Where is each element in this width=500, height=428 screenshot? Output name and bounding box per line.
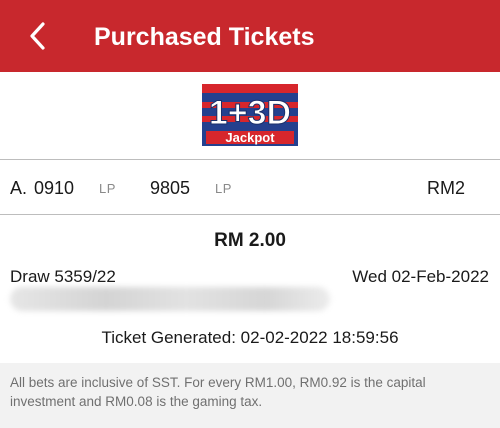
bet-number-2: 9805 <box>150 178 191 198</box>
draw-date: Wed 02-Feb-2022 <box>352 267 489 286</box>
ticket-generated-time: Ticket Generated: 02-02-2022 18:59:56 <box>101 328 399 347</box>
page-title: Purchased Tickets <box>94 23 315 51</box>
app-header: Purchased Tickets <box>0 0 500 72</box>
redacted-text <box>10 287 330 311</box>
bet-prefix: A. <box>10 178 28 198</box>
draw-number: Draw 5359/22 <box>10 267 116 286</box>
divider <box>0 159 500 160</box>
bet-type-2: LP <box>215 181 232 196</box>
logo-main-text: 1+3D <box>209 94 291 132</box>
logo-sub-text: Jackpot <box>225 130 275 145</box>
tax-notice-text: All bets are inclusive of SST. For every… <box>10 375 426 409</box>
footer-notice: All bets are inclusive of SST. For every… <box>0 363 500 428</box>
bet-number-1: 0910 <box>34 178 75 198</box>
total-amount: RM 2.00 <box>214 230 286 251</box>
bet-type-1: LP <box>99 181 116 196</box>
chevron-left-icon <box>30 22 45 50</box>
game-logo: 1+3D Jackpot <box>202 84 298 146</box>
back-button[interactable] <box>20 16 54 56</box>
divider <box>0 214 500 215</box>
bet-amount: RM2 <box>427 178 466 198</box>
